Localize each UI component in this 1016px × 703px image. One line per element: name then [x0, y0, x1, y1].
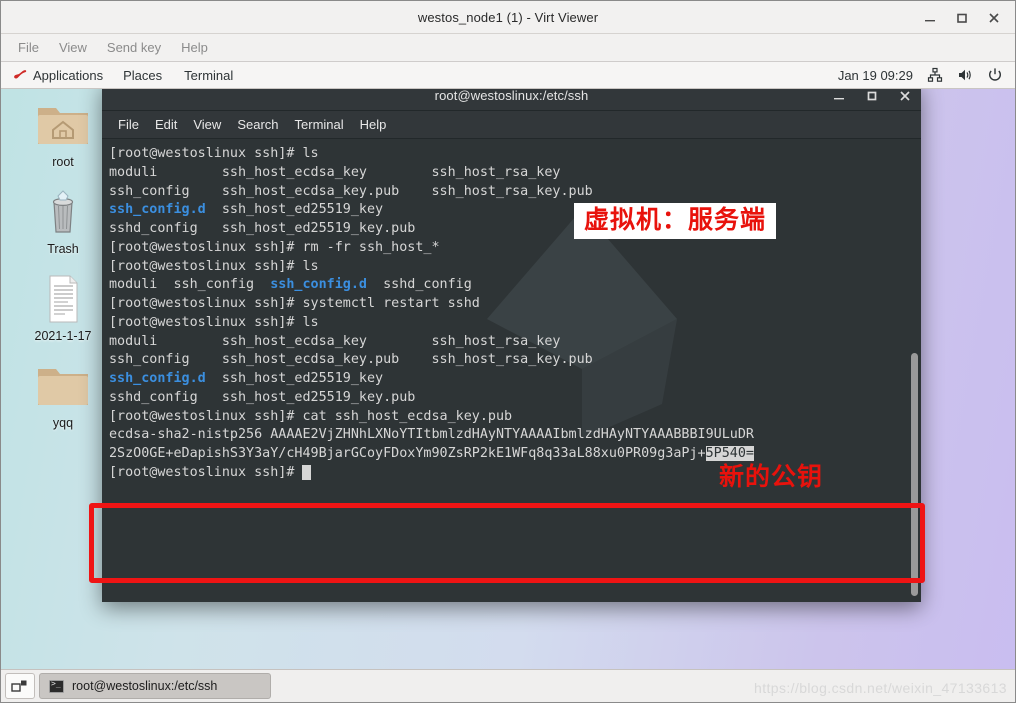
terminal-line: ssh_config.d ssh_host_ed25519_key: [109, 202, 384, 218]
desktop-icon-trash[interactable]: Trash: [17, 185, 109, 256]
desktop-icon-root[interactable]: root: [17, 98, 109, 169]
document-icon: [32, 272, 94, 326]
desktop-icon-label: root: [52, 155, 74, 169]
places-menu[interactable]: Places: [113, 66, 172, 85]
terminal-line: sshd_config ssh_host_ed25519_key.pub: [109, 221, 416, 236]
terminal-icon: [49, 679, 64, 693]
menu-file[interactable]: File: [9, 37, 48, 58]
desktop-icon-label: Trash: [47, 242, 79, 256]
terminal-line: moduli ssh_host_ecdsa_key ssh_host_rsa_k…: [109, 333, 561, 349]
terminal-menu-edit[interactable]: Edit: [147, 114, 185, 135]
terminal-menubar: File Edit View Search Terminal Help: [102, 111, 921, 139]
terminal-menu-view[interactable]: View: [185, 114, 229, 135]
home-folder-icon: [32, 98, 94, 152]
terminal-menu-file[interactable]: File: [110, 114, 147, 135]
panel-right-group: Jan 19 09:29: [838, 67, 1007, 84]
terminal-scrollbar[interactable]: [908, 139, 921, 602]
terminal-line: ssh_config ssh_host_ecdsa_key.pub ssh_ho…: [109, 183, 593, 199]
panel-left-group: Applications Places Terminal: [9, 66, 243, 85]
virt-viewer-title: westos_node1 (1) - Virt Viewer: [417, 9, 599, 25]
volume-icon[interactable]: [956, 67, 973, 84]
terminal-line: [root@westoslinux ssh]# systemctl restar…: [109, 296, 480, 311]
minimize-icon[interactable]: [923, 11, 937, 25]
desktop-icon-yqq[interactable]: yqq: [17, 359, 109, 430]
terminal-line: [root@westoslinux ssh]# ls: [109, 146, 319, 161]
terminal-line: moduli ssh_config ssh_config.d sshd_conf…: [109, 277, 472, 293]
terminal-line: moduli ssh_host_ecdsa_key ssh_host_rsa_k…: [109, 164, 561, 180]
terminal-menu[interactable]: Terminal: [174, 66, 243, 85]
panel-clock[interactable]: Jan 19 09:29: [838, 68, 913, 83]
terminal-scrollbar-thumb[interactable]: [911, 353, 918, 596]
desktop-icons: root Trash 2021-1-17 yqq: [15, 98, 111, 430]
terminal-line: [root@westoslinux ssh]# ls: [109, 314, 319, 330]
close-icon[interactable]: [898, 90, 911, 103]
terminal-window: root@westoslinux:/etc/ssh File Edit View…: [102, 81, 921, 602]
maximize-icon[interactable]: [865, 90, 878, 103]
terminal-menu-search[interactable]: Search: [229, 114, 286, 135]
network-icon[interactable]: [926, 67, 943, 84]
desktop-icon-label: yqq: [52, 416, 74, 430]
applications-menu[interactable]: Applications: [9, 66, 111, 85]
terminal-line: [root@westoslinux ssh]# ls: [109, 258, 319, 274]
terminal-menu-help[interactable]: Help: [352, 114, 395, 135]
maximize-icon[interactable]: [955, 11, 969, 25]
taskbar-item-label: root@westoslinux:/etc/ssh: [72, 679, 218, 693]
virt-viewer-window: westos_node1 (1) - Virt Viewer File View…: [0, 0, 1016, 703]
terminal-output[interactable]: [root@westoslinux ssh]# ls moduli ssh_hos…: [102, 139, 908, 602]
virt-viewer-menubar: File View Send key Help: [1, 34, 1015, 62]
desktop-taskbar: root@westoslinux:/etc/ssh: [1, 669, 1015, 702]
terminal-line: ecdsa-sha2-nistp256 AAAAE2VjZHNhLXNoYTIt…: [109, 427, 754, 443]
terminal-line: [root@westoslinux ssh]# rm -fr ssh_host_…: [109, 239, 440, 255]
terminal-menu-terminal[interactable]: Terminal: [287, 114, 352, 135]
show-desktop-icon[interactable]: [5, 673, 35, 699]
terminal-line: 2SzO0GE+eDapishS3Y3aY/cH49BjarGCoyFDoxYm…: [109, 446, 754, 461]
desktop-icon-label: 2021-1-17: [34, 329, 92, 343]
desktop-icon-document[interactable]: 2021-1-17: [17, 272, 109, 343]
terminal-title: root@westoslinux:/etc/ssh: [434, 88, 589, 103]
folder-icon: [32, 359, 94, 413]
minimize-icon[interactable]: [832, 90, 845, 103]
virt-viewer-titlebar: westos_node1 (1) - Virt Viewer: [1, 1, 1015, 34]
terminal-line: sshd_config ssh_host_ed25519_key.pub: [109, 389, 416, 405]
menu-send-key[interactable]: Send key: [98, 37, 170, 58]
virt-viewer-window-controls: [923, 1, 1007, 34]
trash-icon: [32, 185, 94, 239]
terminal-line: [root@westoslinux ssh]# cat ssh_host_ecd…: [109, 408, 513, 424]
close-icon[interactable]: [987, 11, 1001, 25]
gnome-top-panel: Applications Places Terminal Jan 19 09:2…: [1, 62, 1015, 89]
menu-view[interactable]: View: [50, 37, 96, 58]
taskbar-item-terminal[interactable]: root@westoslinux:/etc/ssh: [39, 673, 271, 699]
applications-label: Applications: [33, 67, 104, 83]
fedora-logo-icon: [13, 68, 27, 82]
terminal-body[interactable]: [root@westoslinux ssh]# ls moduli ssh_hos…: [102, 139, 921, 602]
terminal-line: ssh_config.d ssh_host_ed25519_key: [109, 371, 384, 386]
terminal-line: ssh_config ssh_host_ecdsa_key.pub ssh_ho…: [109, 352, 593, 368]
power-icon[interactable]: [986, 67, 1003, 84]
menu-help[interactable]: Help: [172, 37, 217, 58]
annotation-server-label: 虚拟机：服务端: [574, 203, 777, 239]
guest-desktop: Applications Places Terminal Jan 19 09:2…: [1, 62, 1015, 702]
annotation-new-key-label: 新的公钥: [719, 462, 824, 491]
